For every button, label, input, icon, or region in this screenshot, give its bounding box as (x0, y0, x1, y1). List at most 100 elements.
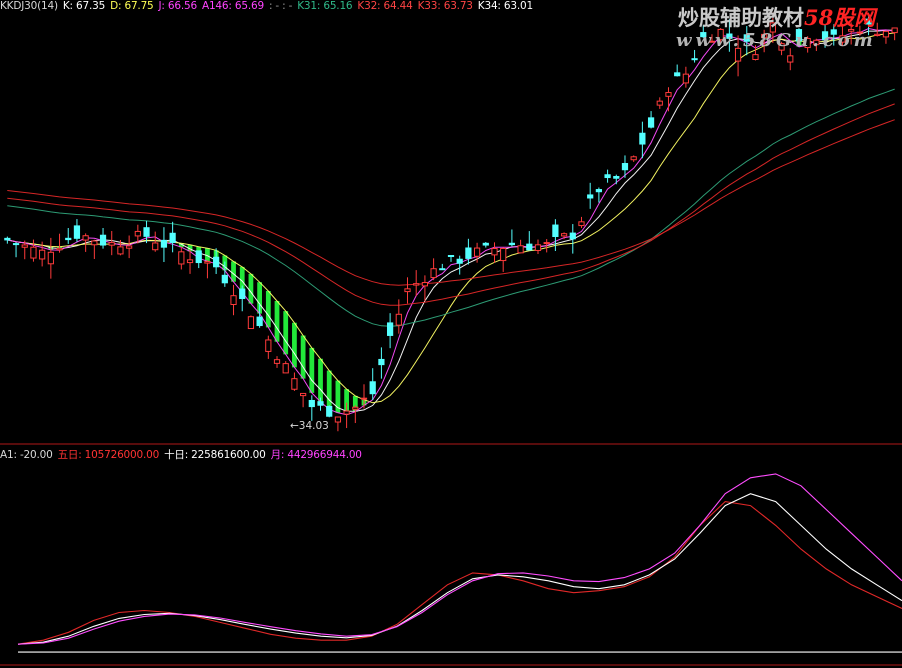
candle-body (256, 316, 263, 327)
candle-body (343, 410, 350, 415)
candle-body (447, 255, 455, 258)
candle-body (39, 249, 46, 260)
candle-body (282, 363, 289, 374)
candle-body (91, 240, 98, 246)
candle-body (560, 233, 568, 237)
candle-body (508, 242, 516, 246)
candle-body (386, 322, 394, 336)
candle-body (369, 381, 376, 395)
header-bottom-item-2: 十日: 225861600.00 (164, 449, 266, 461)
watermark-text: 炒股辅助教材 (678, 5, 804, 30)
candle-body (439, 268, 446, 271)
candle-body (378, 358, 385, 366)
candle-body (656, 100, 663, 106)
candle-body (160, 239, 168, 248)
candle-body (108, 242, 115, 246)
candle-body (82, 235, 89, 241)
candle-body (891, 27, 898, 34)
candle-body (613, 176, 620, 179)
header-top-item-5: : - : - (268, 0, 293, 12)
candle-body (465, 247, 472, 259)
candle-body (134, 230, 141, 237)
candle-body (221, 274, 228, 284)
candle-body (526, 243, 533, 251)
candle-body (517, 245, 524, 254)
indicator-header-top: KKDJ30(14) K: 67.35 D: 67.75 J: 66.56 A146: … (0, 0, 538, 12)
candle-body (265, 339, 272, 352)
header-top-item-8: K33: 63.73 (417, 0, 473, 12)
candle-body (456, 258, 463, 264)
candle-body (404, 288, 411, 293)
candle-body (152, 242, 159, 251)
candle-body (169, 232, 176, 243)
low-price-label: ←34.03 (290, 420, 329, 432)
candle-body (326, 405, 333, 417)
header-top-item-9: K34: 63.01 (477, 0, 533, 12)
watermark-url: www.58Gu.com (676, 30, 877, 51)
candle-body (73, 225, 81, 239)
candle-body (674, 72, 681, 77)
header-top-item-2: D: 67.75 (110, 0, 154, 12)
chart-canvas (0, 12, 902, 666)
header-top-item-7: K32: 64.44 (357, 0, 413, 12)
candle-body (317, 401, 324, 406)
candle-body (21, 244, 28, 248)
candle-body (787, 55, 794, 63)
candle-body (500, 247, 507, 262)
candle-body (569, 232, 576, 240)
candle-body (491, 248, 498, 256)
candle-body (47, 251, 54, 265)
candle-body (178, 251, 185, 265)
header-bottom-item-3: 月: 442966944.00 (270, 449, 362, 461)
candle-body (12, 243, 20, 246)
candle-body (639, 132, 646, 145)
candle-body (204, 261, 211, 264)
candle-body (186, 259, 194, 264)
candle-body (239, 288, 246, 300)
candle-body (126, 245, 133, 249)
candle-body (647, 117, 655, 128)
watermark-logo: 炒股辅助教材58股网 (678, 2, 875, 32)
header-top-item-1: K: 67.35 (62, 0, 106, 12)
candle-body (630, 156, 637, 161)
candle-body (247, 316, 255, 330)
candle-body (691, 58, 698, 61)
watermark-accent: 58股网 (804, 5, 876, 30)
candle-body (360, 397, 368, 400)
candle-body (587, 194, 594, 199)
candle-body (143, 227, 150, 237)
candle-body (334, 416, 342, 423)
candle-body (352, 406, 359, 410)
candle-body (413, 283, 420, 286)
ma-line-1 (7, 32, 895, 404)
header-top-item-4: A146: 65.69 (201, 0, 264, 12)
candle-body (273, 359, 281, 364)
header-top-item-3: J: 66.56 (158, 0, 198, 12)
candle-body (604, 174, 611, 179)
ma-line-3 (7, 88, 895, 327)
header-bottom-item-0: A1: -20.00 (0, 449, 53, 461)
candle-body (682, 73, 689, 84)
candle-body (395, 313, 402, 326)
indicator-line-十日 (17, 493, 902, 645)
candle-body (534, 244, 542, 251)
candle-body (30, 246, 37, 259)
candle-body (430, 268, 437, 279)
candle-body (230, 295, 237, 306)
header-top-item-0: KKDJ30(14) (0, 0, 58, 12)
candle-body (99, 234, 107, 246)
candle-body (595, 189, 602, 193)
candle-body (65, 237, 72, 241)
ma-line-2 (7, 27, 895, 416)
candle-body (56, 247, 63, 251)
header-top-item-6: K31: 65.16 (297, 0, 353, 12)
candle-body (300, 392, 307, 397)
candle-body (752, 54, 759, 60)
candle-body (482, 242, 489, 246)
candle-body (421, 282, 429, 287)
candle-body (473, 247, 481, 257)
header-bottom-item-1: 五日: 105726000.00 (57, 449, 160, 461)
candle-body (291, 378, 298, 390)
candle-body (195, 250, 202, 264)
candle-body (665, 92, 672, 97)
